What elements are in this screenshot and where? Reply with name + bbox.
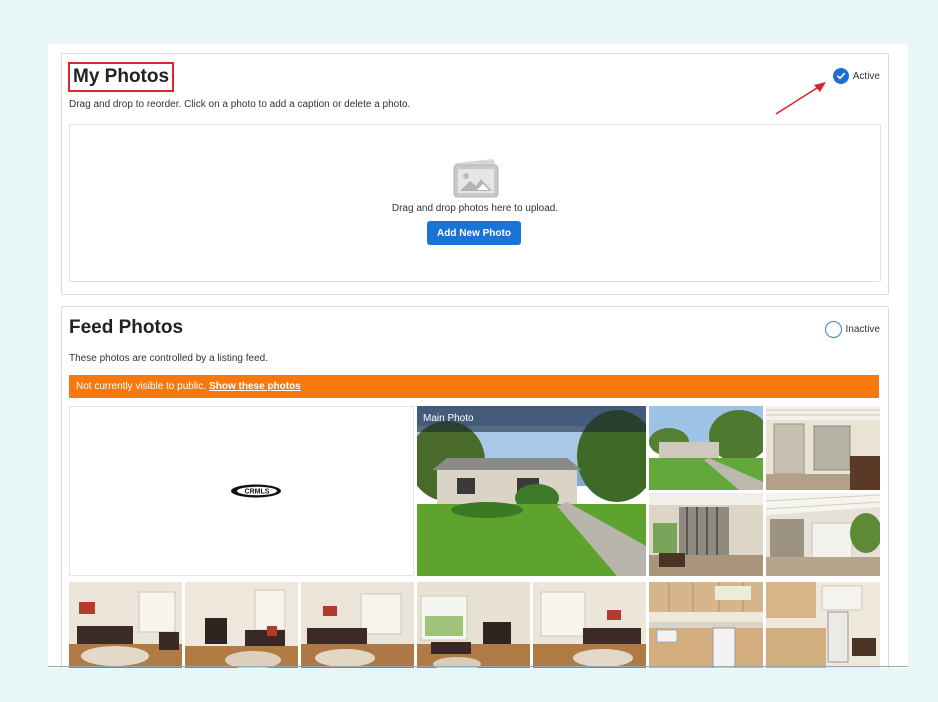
feed-photos-status-toggle[interactable]: Inactive (824, 321, 880, 338)
photo-tile[interactable] (301, 582, 414, 668)
patio-door-photo (766, 406, 880, 490)
kitchen-photo (766, 582, 880, 668)
add-new-photo-button[interactable]: Add New Photo (427, 221, 521, 245)
my-photos-card: My Photos Active Drag and drop to reorde… (61, 53, 889, 295)
living-room-window-photo (417, 582, 530, 668)
radio-circle-icon (824, 321, 842, 338)
photo-tile[interactable] (185, 582, 298, 668)
photo-tile[interactable] (69, 582, 182, 668)
living-room-photo (301, 582, 414, 668)
crmls-logo-text: CRMLS (245, 489, 270, 496)
status-label: Inactive (845, 324, 880, 335)
kitchen-photo (649, 582, 763, 668)
photo-tile[interactable] (533, 582, 646, 668)
my-photos-status-toggle[interactable]: Active (832, 68, 880, 84)
backyard-photo (766, 493, 880, 576)
photo-dropzone[interactable]: Drag and drop photos here to upload. Add… (69, 124, 881, 282)
banner-text: Not currently visible to public. (76, 381, 207, 392)
show-photos-link[interactable]: Show these photos (209, 381, 301, 392)
living-room-photo (533, 582, 646, 668)
dropzone-text: Drag and drop photos here to upload. (391, 203, 559, 214)
photo-tile-main[interactable]: Main Photo (417, 406, 646, 576)
living-room-photo (69, 582, 182, 668)
page-sheet: My Photos Active Drag and drop to reorde… (48, 44, 908, 668)
photo-tile[interactable] (766, 406, 880, 490)
checkmark-icon (832, 68, 849, 84)
feed-photos-title: Feed Photos (69, 317, 184, 338)
visibility-banner: Not currently visible to public. Show th… (69, 375, 879, 398)
photo-tile[interactable] (766, 582, 880, 668)
annotation-arrow-icon (775, 82, 826, 115)
yard-photo (649, 406, 763, 490)
my-photos-instructions: Drag and drop to reorder. Click on a pho… (69, 99, 411, 110)
feed-photos-card: Feed Photos Inactive These photos are co… (61, 306, 889, 668)
photo-tile[interactable] (766, 493, 880, 576)
photo-tile[interactable] (649, 493, 763, 576)
main-photo-label: Main Photo (417, 406, 646, 432)
dining-room-photo (185, 582, 298, 668)
photo-tile[interactable] (649, 406, 763, 490)
my-photos-title: My Photos (68, 62, 175, 92)
status-label: Active (852, 70, 880, 82)
photo-tile[interactable] (649, 582, 763, 668)
feed-photos-description: These photos are controlled by a listing… (69, 353, 269, 364)
image-upload-icon (450, 159, 502, 204)
page-divider (48, 666, 908, 667)
photo-tile[interactable] (417, 582, 530, 668)
patio-photo (649, 493, 763, 576)
photo-tile-logo[interactable]: CRMLS (69, 406, 414, 576)
crmls-logo: CRMLS (230, 483, 282, 504)
